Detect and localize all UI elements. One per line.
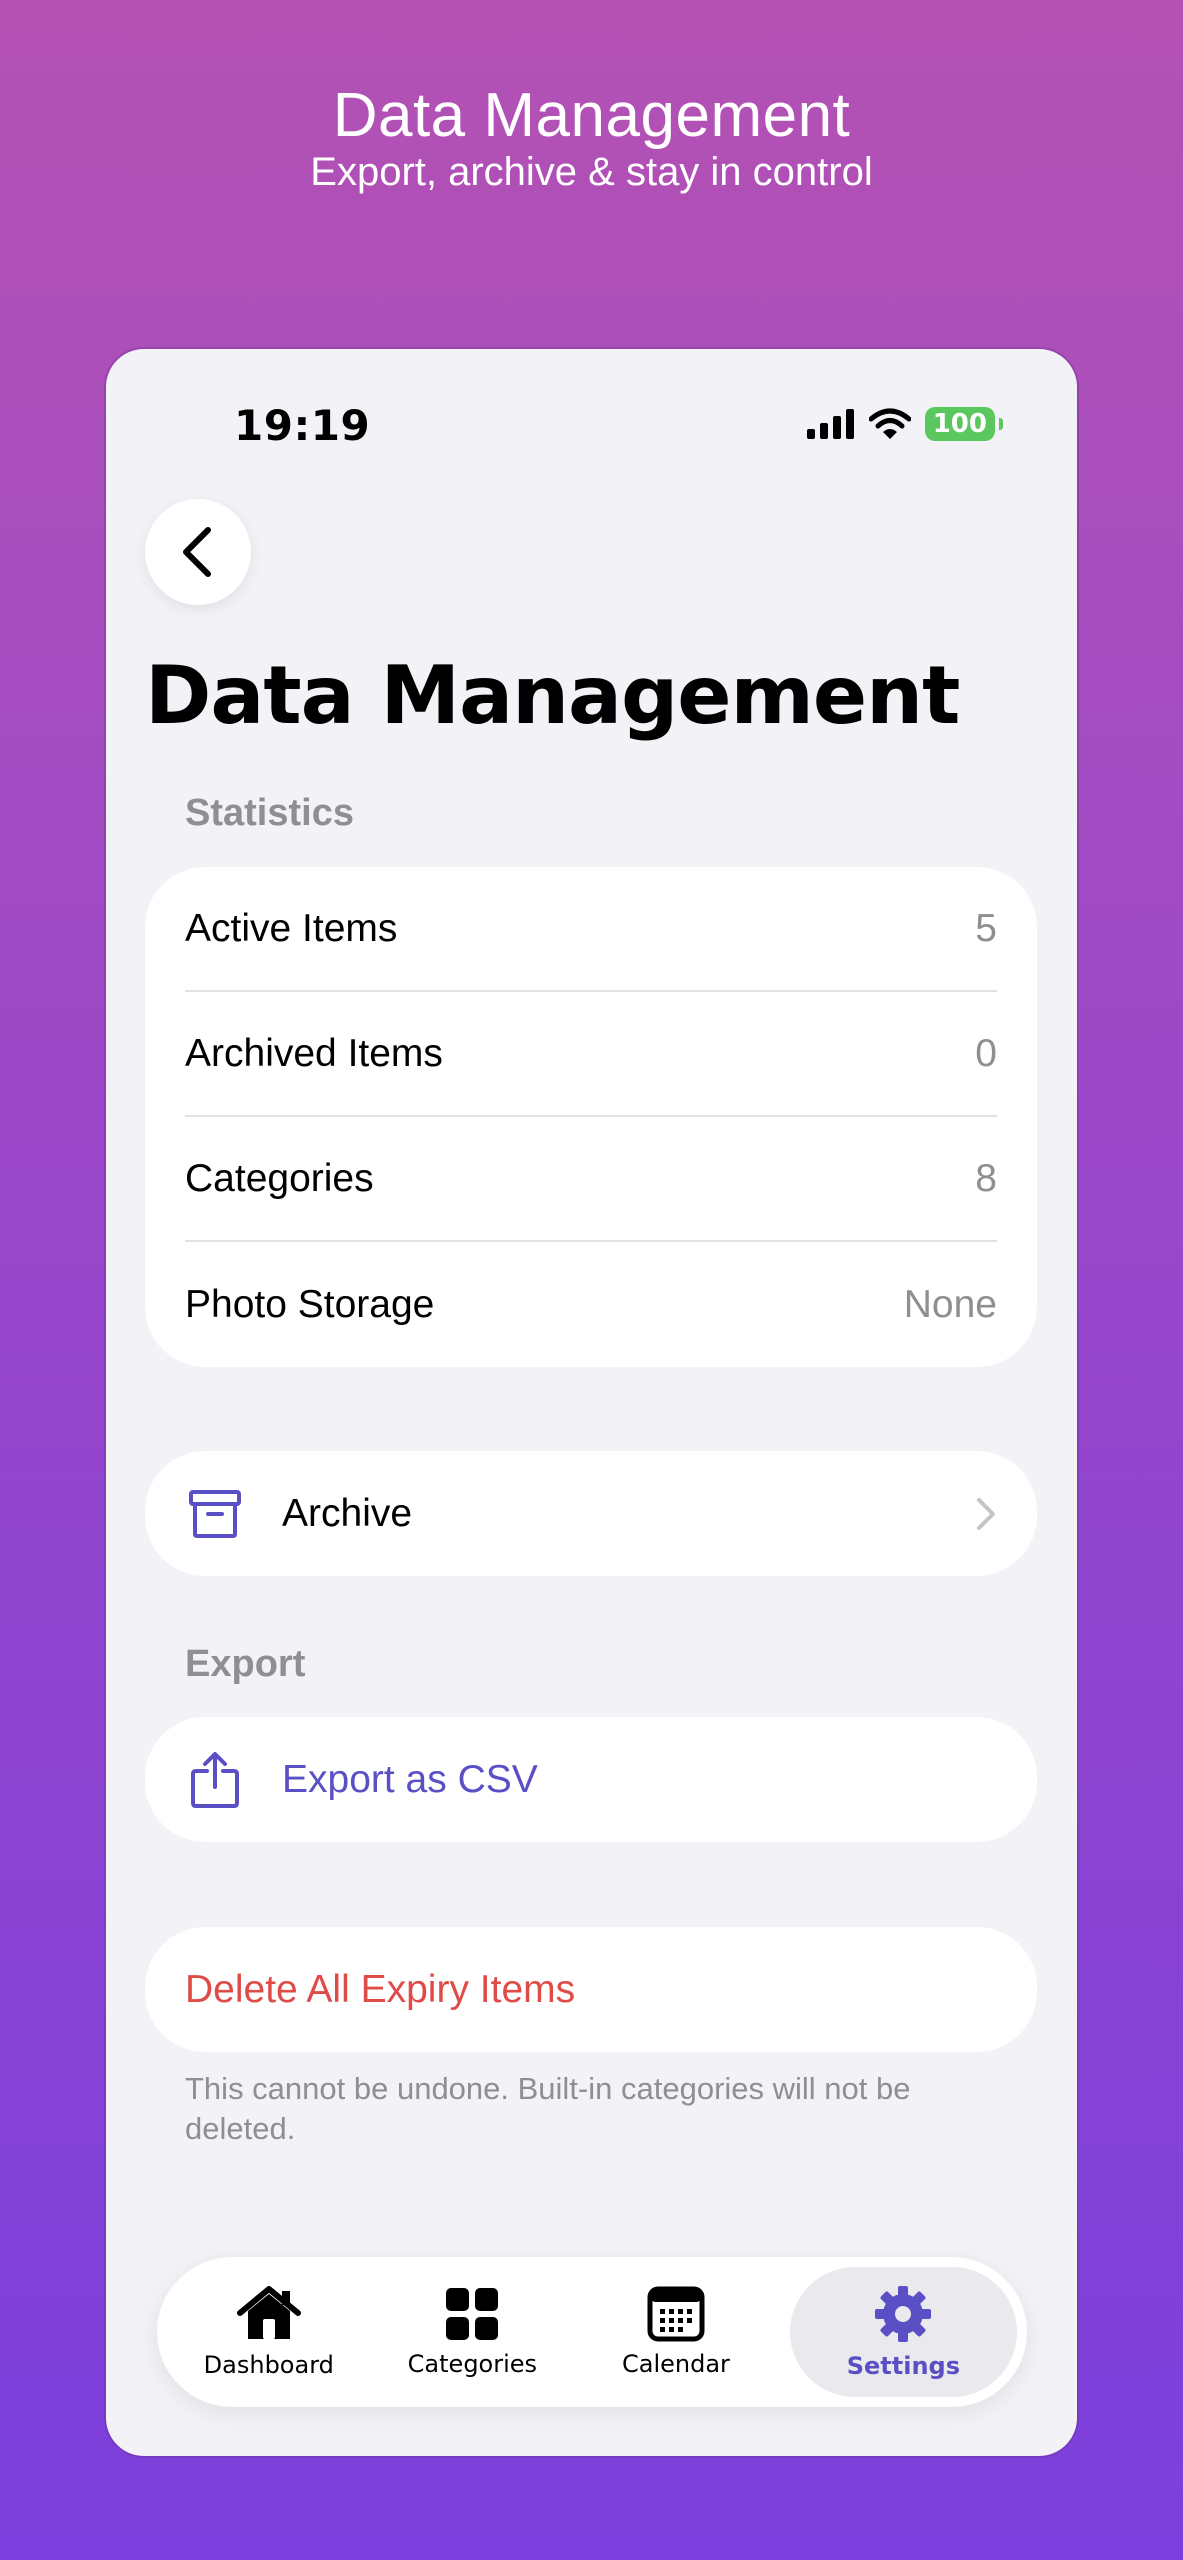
tab-label: Dashboard bbox=[203, 2351, 334, 2379]
chevron-left-icon bbox=[183, 527, 211, 577]
house-icon bbox=[236, 2286, 301, 2339]
stat-row-photo-storage: Photo Storage None bbox=[185, 1242, 997, 1367]
stat-value: 8 bbox=[975, 1156, 997, 1200]
delete-footnote: This cannot be undone. Built-in categori… bbox=[185, 2071, 911, 2146]
stat-row-active-items: Active Items 5 bbox=[185, 867, 997, 992]
stat-value: 5 bbox=[975, 906, 997, 950]
stat-row-archived-items: Archived Items 0 bbox=[185, 992, 997, 1117]
stat-row-categories: Categories 8 bbox=[185, 1117, 997, 1242]
status-icons: 100 bbox=[806, 407, 1004, 441]
stat-value: 0 bbox=[975, 1031, 997, 1075]
export-csv-label: Export as CSV bbox=[282, 1757, 538, 1801]
tab-settings[interactable]: Settings bbox=[789, 2267, 1018, 2397]
calendar-icon bbox=[647, 2286, 705, 2342]
wifi-icon bbox=[868, 408, 911, 439]
grid-icon bbox=[446, 2288, 499, 2340]
status-time: 19:19 bbox=[234, 401, 371, 450]
chevron-right-icon bbox=[977, 1497, 995, 1530]
promo-subtitle: Export, archive & stay in control bbox=[310, 150, 873, 194]
tab-label: Calendar bbox=[621, 2350, 730, 2378]
tab-categories[interactable]: Categories bbox=[371, 2267, 575, 2397]
gear-icon bbox=[875, 2286, 932, 2342]
tab-label: Categories bbox=[407, 2350, 538, 2378]
delete-all-label: Delete All Expiry Items bbox=[185, 1967, 576, 2011]
statistics-section-header: Statistics bbox=[185, 792, 354, 834]
stat-label: Categories bbox=[185, 1156, 374, 1200]
stat-label: Photo Storage bbox=[185, 1282, 435, 1326]
stat-value: None bbox=[903, 1282, 997, 1326]
page-title: Data Management bbox=[145, 649, 960, 742]
cellular-signal-icon bbox=[806, 409, 854, 439]
phone-screen: 19:19 100 Data Management Statistics Act… bbox=[106, 349, 1077, 2456]
back-button[interactable] bbox=[145, 499, 251, 605]
statistics-card: Active Items 5 Archived Items 0 Categori… bbox=[145, 867, 1037, 1367]
export-csv-button[interactable]: Export as CSV bbox=[145, 1717, 1037, 1842]
archive-row[interactable]: Archive bbox=[145, 1451, 1037, 1576]
tab-bar: Dashboard Categories Calendar Settings bbox=[157, 2257, 1027, 2407]
battery-indicator: 100 bbox=[924, 407, 1004, 441]
delete-all-button[interactable]: Delete All Expiry Items bbox=[145, 1927, 1037, 2052]
stat-label: Active Items bbox=[185, 906, 398, 950]
archive-box-icon bbox=[185, 1484, 245, 1544]
archive-label: Archive bbox=[282, 1491, 413, 1535]
status-bar: 19:19 100 bbox=[106, 349, 1077, 469]
share-icon bbox=[185, 1750, 245, 1810]
export-section-header: Export bbox=[185, 1643, 306, 1685]
tab-label: Settings bbox=[846, 2352, 961, 2380]
promo-title: Data Management bbox=[332, 81, 851, 150]
stat-label: Archived Items bbox=[185, 1031, 443, 1075]
tab-dashboard[interactable]: Dashboard bbox=[167, 2267, 371, 2397]
tab-calendar[interactable]: Calendar bbox=[574, 2267, 778, 2397]
